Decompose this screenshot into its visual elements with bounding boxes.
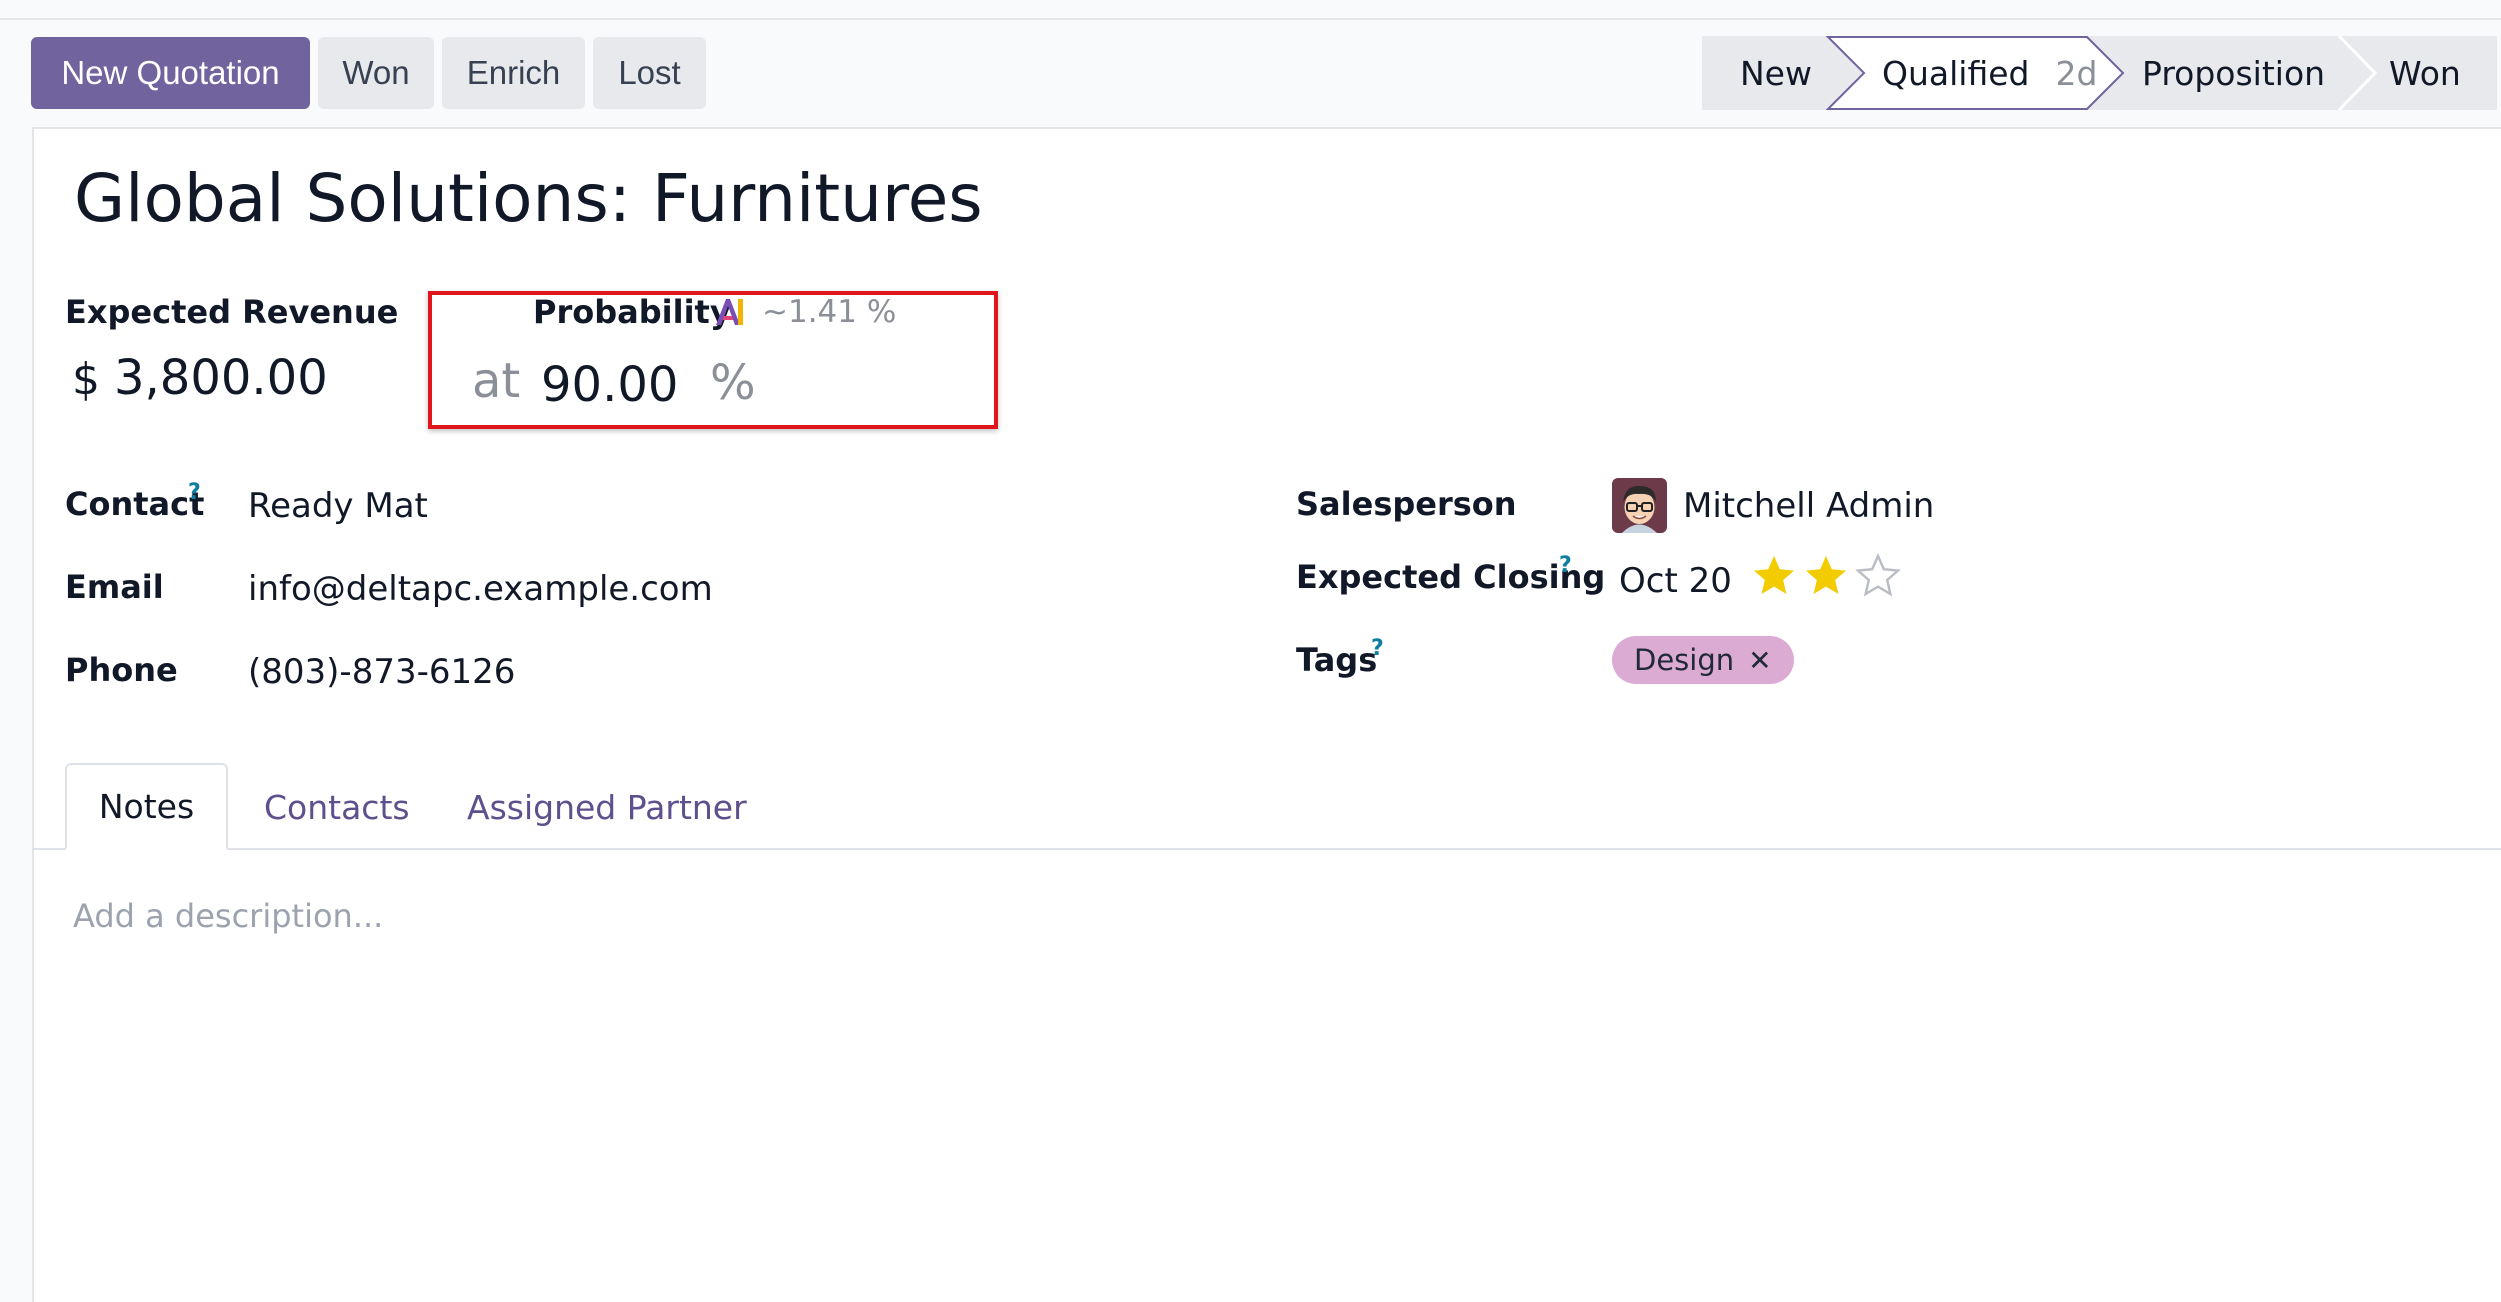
tabs-divider (32, 848, 2501, 850)
salesperson-label: Salesperson (1296, 485, 1517, 523)
star-filled-icon[interactable] (1802, 552, 1850, 600)
probability-input[interactable]: 90.00 (541, 357, 678, 413)
stage-won[interactable]: Won (2389, 36, 2461, 110)
tab-contacts[interactable]: Contacts (264, 788, 410, 827)
enrich-button[interactable]: Enrich (442, 37, 585, 109)
star-filled-icon[interactable] (1750, 552, 1798, 600)
page-title[interactable]: Global Solutions: Furnitures (74, 160, 983, 237)
ai-probability-prediction[interactable]: ~1.41 % (762, 294, 896, 330)
phone-field[interactable]: (803)-873-6126 (248, 652, 515, 692)
description-editor[interactable]: Add a description... (73, 897, 383, 935)
avatar (1612, 478, 1667, 533)
stage-duration-badge: 2d (2055, 53, 2098, 93)
tags-help-icon[interactable]: ? (1371, 636, 1384, 661)
stage-label: New (1740, 53, 1812, 93)
expected-closing-field[interactable]: Oct 20 (1619, 561, 1732, 601)
phone-label: Phone (65, 651, 178, 689)
currency-symbol: $ (72, 354, 100, 405)
stage-proposition[interactable]: Proposition (2142, 36, 2325, 110)
ai-prediction-icon[interactable] (713, 296, 745, 328)
top-divider (0, 18, 2501, 20)
contact-label: Contact (65, 485, 205, 523)
salesperson-field[interactable]: Mitchell Admin (1683, 486, 1934, 526)
form-sheet (32, 127, 2501, 1302)
email-field[interactable]: info@deltapc.example.com (248, 569, 713, 609)
contact-help-icon[interactable]: ? (188, 480, 201, 505)
expected-closing-help-icon[interactable]: ? (1559, 553, 1572, 578)
tag-remove-icon[interactable]: ✕ (1748, 644, 1771, 677)
tags-label: Tags (1296, 641, 1378, 679)
email-label: Email (65, 568, 164, 606)
lost-button[interactable]: Lost (593, 37, 706, 109)
won-button[interactable]: Won (318, 37, 434, 109)
expected-revenue-label: Expected Revenue (65, 293, 399, 331)
expected-revenue-value: 3,800.00 (114, 350, 328, 406)
stage-label: Won (2389, 53, 2461, 93)
tab-notes[interactable]: Notes (65, 763, 228, 850)
tab-assigned-partner[interactable]: Assigned Partner (467, 788, 747, 827)
stage-new[interactable]: New (1740, 36, 1812, 110)
probability-at-text: at (472, 353, 521, 409)
pipeline-separators (1825, 36, 2378, 110)
probability-label: Probability (533, 293, 731, 331)
star-empty-icon[interactable] (1854, 552, 1902, 600)
priority-widget[interactable] (1750, 552, 1902, 600)
tag-label: Design (1634, 643, 1735, 677)
stage-label: Qualified (1882, 53, 2030, 93)
expected-revenue-field[interactable]: $ 3,800.00 (72, 350, 328, 406)
stage-label: Proposition (2142, 53, 2326, 93)
probability-unit: % (710, 355, 756, 411)
tag-design[interactable]: Design ✕ (1612, 636, 1794, 684)
stage-pipeline: New Qualified 2d Proposition Won (1702, 36, 2497, 110)
contact-field[interactable]: Ready Mat (248, 486, 428, 526)
stage-qualified[interactable]: Qualified 2d (1882, 36, 2097, 110)
new-quotation-button[interactable]: New Quotation (31, 37, 310, 109)
